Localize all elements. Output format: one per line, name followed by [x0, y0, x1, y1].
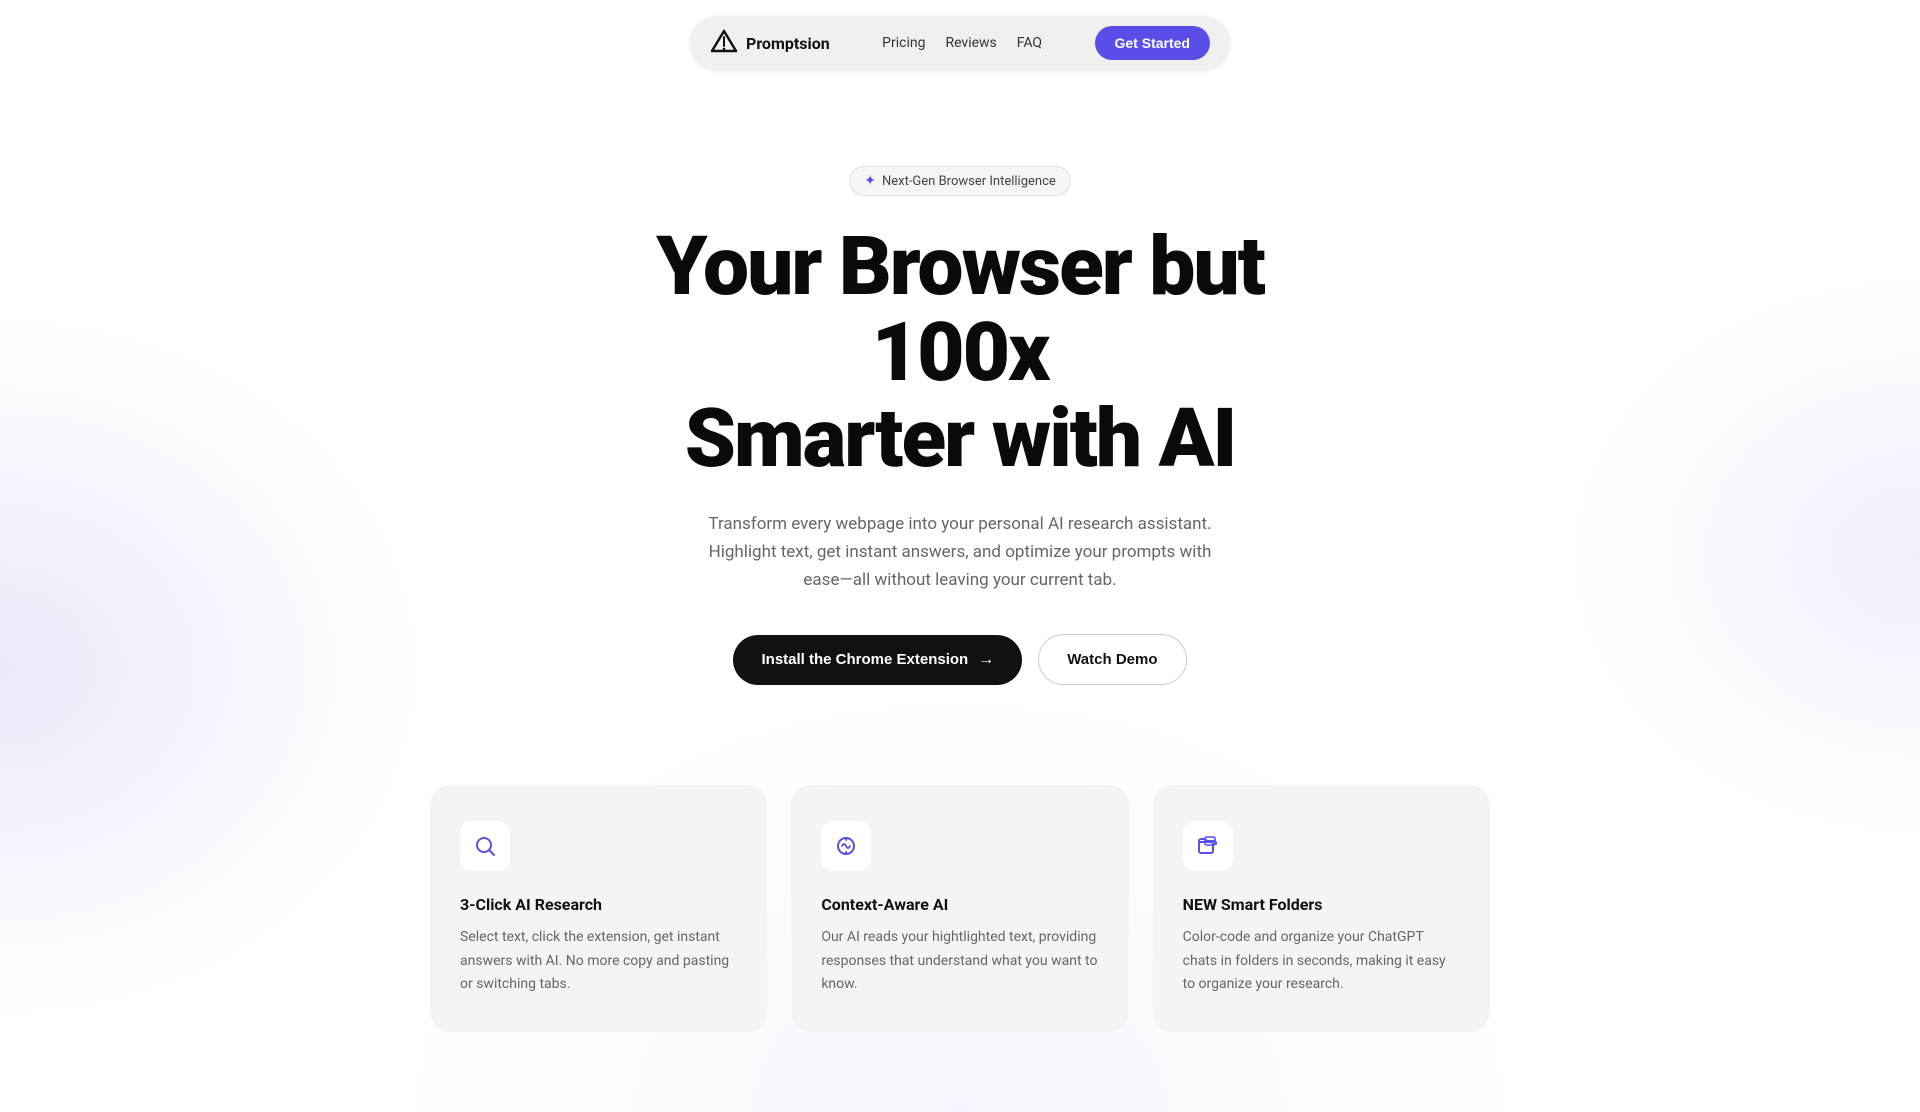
card-desc-research: Select text, click the extension, get in…	[460, 926, 737, 995]
nav-link-faq[interactable]: FAQ	[1017, 35, 1042, 51]
card-icon-wrap-folders	[1183, 821, 1233, 871]
hero-title-line1: Your Browser but 100x	[656, 219, 1264, 401]
card-desc-folders: Color-code and organize your ChatGPT cha…	[1183, 926, 1460, 995]
card-folders: NEW Smart Folders Color-code and organiz…	[1153, 785, 1490, 1031]
hero-subtitle: Transform every webpage into your person…	[690, 510, 1230, 594]
hero-title-line2: Smarter with AI	[685, 391, 1236, 487]
logo[interactable]: Promptsion	[710, 29, 830, 57]
hero-section: ✦ Next-Gen Browser Intelligence Your Bro…	[560, 86, 1360, 745]
logo-icon	[710, 29, 738, 57]
brain-icon	[834, 834, 858, 858]
folders-icon	[1196, 834, 1220, 858]
navbar: Promptsion Pricing Reviews FAQ Get Start…	[0, 0, 1920, 86]
watch-demo-label: Watch Demo	[1067, 651, 1157, 668]
hero-badge: ✦ Next-Gen Browser Intelligence	[849, 166, 1071, 196]
card-research: 3-Click AI Research Select text, click t…	[430, 785, 767, 1031]
nav-link-reviews[interactable]: Reviews	[945, 35, 996, 51]
card-context: Context-Aware AI Our AI reads your hight…	[791, 785, 1128, 1031]
cards-section: 3-Click AI Research Select text, click t…	[410, 745, 1510, 1111]
install-extension-label: Install the Chrome Extension	[761, 651, 968, 668]
install-extension-button[interactable]: Install the Chrome Extension →	[733, 635, 1022, 685]
card-icon-wrap-research	[460, 821, 510, 871]
card-title-research: 3-Click AI Research	[460, 895, 737, 914]
card-title-folders: NEW Smart Folders	[1183, 895, 1460, 914]
sparkle-icon: ✦	[864, 173, 876, 189]
card-title-context: Context-Aware AI	[821, 895, 1098, 914]
watch-demo-button[interactable]: Watch Demo	[1038, 634, 1186, 685]
nav-link-pricing[interactable]: Pricing	[882, 35, 925, 51]
hero-badge-text: Next-Gen Browser Intelligence	[882, 174, 1056, 189]
arrow-icon: →	[978, 651, 994, 669]
hero-title: Your Browser but 100x Smarter with AI	[580, 224, 1340, 482]
search-icon	[473, 834, 497, 858]
card-icon-wrap-context	[821, 821, 871, 871]
hero-buttons: Install the Chrome Extension → Watch Dem…	[580, 634, 1340, 685]
nav-links: Pricing Reviews FAQ	[882, 35, 1042, 51]
get-started-button[interactable]: Get Started	[1095, 26, 1210, 60]
logo-text: Promptsion	[746, 34, 830, 53]
card-desc-context: Our AI reads your hightlighted text, pro…	[821, 926, 1098, 995]
nav-inner: Promptsion Pricing Reviews FAQ Get Start…	[690, 16, 1230, 70]
